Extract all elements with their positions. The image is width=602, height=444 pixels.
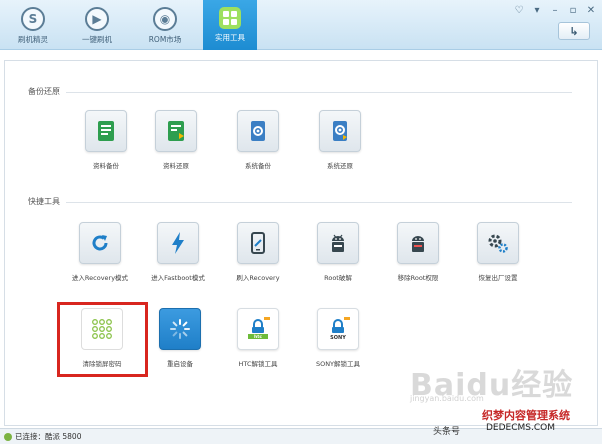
tab-utilities[interactable]: 实用工具 (203, 0, 257, 50)
tool-label: 资料还原 (163, 162, 189, 170)
highlight-frame (57, 302, 148, 377)
sony-unlock-icon: SONY (317, 308, 359, 350)
svg-text:SONY: SONY (330, 335, 346, 341)
refresh-icon (79, 222, 121, 264)
tool-label: SONY解锁工具 (315, 360, 361, 368)
back-button[interactable]: ↳ (558, 22, 590, 40)
tab-flash-wizard[interactable]: S 刷机精灵 (4, 0, 62, 50)
status-text: 已连接：酷派 5800 (15, 432, 82, 441)
minimize-icon[interactable]: – (546, 2, 564, 18)
connection-status: 已连接：酷派 5800 (4, 431, 81, 442)
data-backup-icon (85, 110, 127, 152)
remove-root-button[interactable]: 移除Root权限 (378, 222, 458, 292)
return-arrow-icon: ↳ (569, 24, 579, 38)
tab-label: 实用工具 (215, 33, 245, 42)
enter-recovery-button[interactable]: 进入Recovery模式 (60, 222, 140, 292)
divider (66, 92, 572, 93)
section-title-backup: 备份还原 (28, 87, 60, 96)
sony-unlock-button[interactable]: SONY SONY解锁工具 (298, 308, 378, 378)
android-root-icon (317, 222, 359, 264)
system-restore-button[interactable]: 系统还原 (300, 110, 380, 180)
tool-label: 恢复出厂设置 (478, 274, 518, 282)
htc-unlock-button[interactable]: htc HTC解锁工具 (218, 308, 298, 378)
enter-fastboot-button[interactable]: 进入Fastboot模式 (138, 222, 218, 292)
tool-label: HTC解锁工具 (238, 360, 278, 368)
rom-market-icon: ◉ (153, 7, 177, 31)
connected-icon (4, 432, 12, 441)
divider (66, 202, 572, 203)
section-title-quick-tools: 快捷工具 (28, 197, 60, 206)
factory-reset-button[interactable]: 恢复出厂设置 (458, 222, 538, 292)
android-unroot-icon (397, 222, 439, 264)
tool-label: 移除Root权限 (397, 274, 439, 282)
tool-label: 进入Recovery模式 (71, 274, 129, 282)
close-icon[interactable]: ✕ (582, 2, 600, 18)
tab-label: 刷机精灵 (18, 35, 48, 44)
toutiao-watermark: 头条号 (433, 427, 461, 437)
system-restore-icon (319, 110, 361, 152)
tab-label: 一键刷机 (82, 35, 112, 44)
tool-label: 资料备份 (93, 162, 119, 170)
root-button[interactable]: Root破解 (298, 222, 378, 292)
reboot-device-button[interactable]: 重启设备 (140, 308, 220, 378)
tab-one-click-flash[interactable]: ▶ 一键刷机 (68, 0, 126, 50)
play-icon: ▶ (85, 7, 109, 31)
tab-label: ROM市场 (148, 35, 182, 44)
tool-label: 系统还原 (327, 162, 353, 170)
system-backup-button[interactable]: 系统备份 (218, 110, 298, 180)
url-watermark: DEDECMS.COM (486, 423, 555, 433)
brand-watermark: 织梦内容管理系统 (482, 409, 570, 422)
svg-text:htc: htc (254, 334, 262, 340)
data-restore-button[interactable]: 资料还原 (136, 110, 216, 180)
jingyan-watermark: jingyan.baidu.com (410, 394, 484, 403)
tool-label: Root破解 (324, 274, 352, 282)
flash-recovery-button[interactable]: 刷入Recovery (218, 222, 298, 292)
tool-label: 刷入Recovery (236, 274, 280, 282)
grid-icon (219, 7, 241, 29)
lightning-icon (157, 222, 199, 264)
feedback-icon[interactable]: ♡ (510, 2, 528, 18)
s-logo-icon: S (21, 7, 45, 31)
tool-label: 系统备份 (245, 162, 271, 170)
tool-label: 进入Fastboot模式 (151, 274, 205, 282)
system-backup-icon (237, 110, 279, 152)
menu-icon[interactable]: ▾ (528, 2, 546, 18)
gears-icon (477, 222, 519, 264)
flash-recovery-icon (237, 222, 279, 264)
data-backup-button[interactable]: 资料备份 (66, 110, 146, 180)
tab-rom-market[interactable]: ◉ ROM市场 (136, 0, 194, 50)
tool-label: 重启设备 (167, 360, 193, 368)
reboot-spinner-icon (159, 308, 201, 350)
maximize-icon[interactable]: ▫ (564, 2, 582, 18)
data-restore-icon (155, 110, 197, 152)
title-bar: S 刷机精灵 ▶ 一键刷机 ◉ ROM市场 实用工具 ♡ ▾ – ▫ ✕ ↳ (0, 0, 602, 50)
htc-unlock-icon: htc (237, 308, 279, 350)
